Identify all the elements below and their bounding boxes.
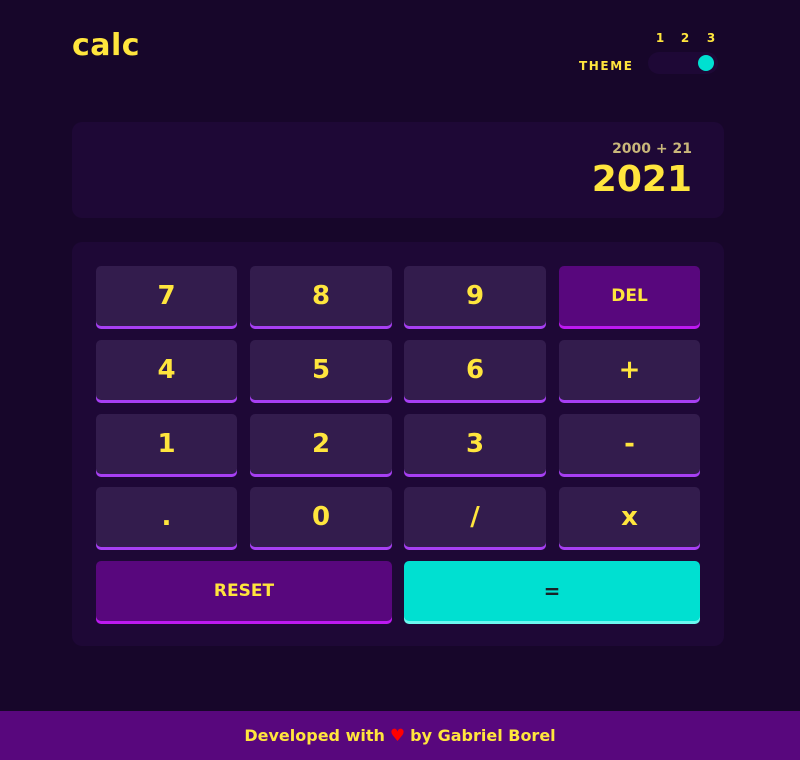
reset-button[interactable]: RESET [96, 561, 392, 621]
keypad: 7 8 9 DEL 4 5 6 + 1 2 3 - . 0 / x RESET … [72, 242, 724, 646]
delete-button[interactable]: DEL [559, 266, 700, 326]
theme-number-2: 2 [680, 31, 690, 45]
theme-numbers: 1 2 3 [651, 31, 719, 47]
heart-icon: ♥ [389, 725, 406, 746]
result-value: 2021 [591, 159, 692, 200]
footer-text-after: by Gabriel Borel [410, 726, 556, 745]
header: calc THEME 1 2 3 [72, 28, 718, 78]
key-5[interactable]: 5 [250, 340, 392, 400]
key-minus[interactable]: - [559, 414, 700, 474]
theme-number-1: 1 [655, 31, 665, 45]
key-6[interactable]: 6 [404, 340, 546, 400]
key-3[interactable]: 3 [404, 414, 546, 474]
key-8[interactable]: 8 [250, 266, 392, 326]
footer: Developed with ♥ by Gabriel Borel [0, 711, 800, 760]
app-logo: calc [72, 28, 141, 63]
key-1[interactable]: 1 [96, 414, 237, 474]
previous-expression: 2000 + 21 [612, 141, 692, 157]
key-divide[interactable]: / [404, 487, 546, 547]
equals-button[interactable]: = [404, 561, 700, 621]
calculator-display: 2000 + 21 2021 [72, 122, 724, 218]
key-2[interactable]: 2 [250, 414, 392, 474]
key-4[interactable]: 4 [96, 340, 237, 400]
footer-text-before: Developed with [244, 726, 385, 745]
theme-toggle[interactable] [648, 52, 718, 74]
key-multiply[interactable]: x [559, 487, 700, 547]
key-plus[interactable]: + [559, 340, 700, 400]
theme-toggle-knob[interactable] [698, 55, 714, 71]
key-9[interactable]: 9 [404, 266, 546, 326]
theme-number-3: 3 [706, 31, 716, 45]
key-decimal[interactable]: . [96, 487, 237, 547]
key-0[interactable]: 0 [250, 487, 392, 547]
key-7[interactable]: 7 [96, 266, 237, 326]
theme-label: THEME [579, 59, 634, 73]
